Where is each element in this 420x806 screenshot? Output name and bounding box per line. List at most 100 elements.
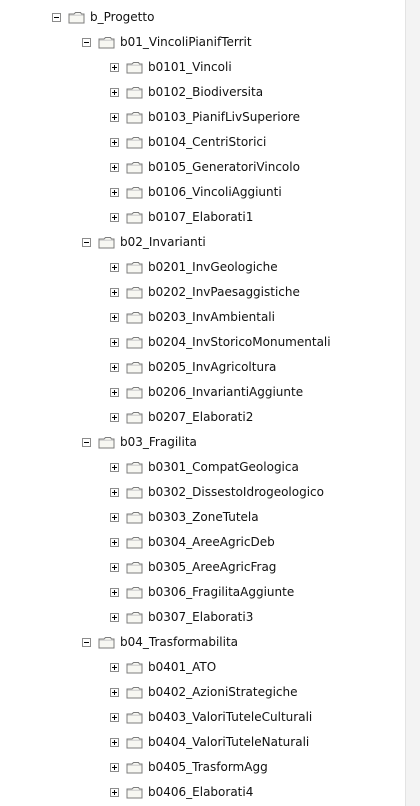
subfolder-1-4-row[interactable]: b0104_CentriStorici: [110, 130, 266, 154]
group-2-row[interactable]: b02_Invarianti: [82, 230, 206, 254]
folder-icon: [98, 36, 115, 49]
subfolder-2-1-label: b0201_InvGeologiche: [148, 260, 278, 274]
subfolder-1-3-row[interactable]: b0103_PianifLivSuperiore: [110, 105, 300, 129]
group-1-label: b01_VincoliPianifTerrit: [120, 35, 252, 49]
folder-icon: [126, 711, 143, 724]
group-2-label: b02_Invarianti: [120, 235, 206, 249]
subfolder-4-2-row[interactable]: b0402_AzioniStrategiche: [110, 680, 298, 704]
folder-icon: [126, 561, 143, 574]
plus-box-icon[interactable]: [110, 312, 119, 322]
plus-box-icon[interactable]: [110, 537, 119, 547]
plus-box-icon[interactable]: [110, 737, 119, 747]
subfolder-1-6-label: b0106_VincoliAggiunti: [148, 185, 282, 199]
subfolder-2-4-row[interactable]: b0204_InvStoricoMonumentali: [110, 330, 331, 354]
subfolder-1-2-row[interactable]: b0102_Biodiversita: [110, 80, 263, 104]
plus-box-icon[interactable]: [110, 462, 119, 472]
subfolder-4-3-row[interactable]: b0403_ValoriTuteleCulturali: [110, 705, 312, 729]
minus-box-icon[interactable]: [82, 637, 91, 647]
plus-box-icon[interactable]: [110, 87, 119, 97]
subfolder-4-4-row[interactable]: b0404_ValoriTuteleNaturali: [110, 730, 309, 754]
subfolder-1-1-row[interactable]: b0101_Vincoli: [110, 55, 232, 79]
subfolder-3-6-row[interactable]: b0306_FragilitaAggiunte: [110, 580, 294, 604]
folder-icon: [126, 386, 143, 399]
subfolder-2-7-row[interactable]: b0207_Elaborati2: [110, 405, 253, 429]
plus-box-icon[interactable]: [110, 212, 119, 222]
subfolder-2-4-label: b0204_InvStoricoMonumentali: [148, 335, 331, 349]
folder-icon: [126, 261, 143, 274]
subfolder-1-6-row[interactable]: b0106_VincoliAggiunti: [110, 180, 282, 204]
folder-icon: [126, 136, 143, 149]
subfolder-2-6-label: b0206_InvariantiAggiunte: [148, 385, 304, 399]
minus-box-icon[interactable]: [82, 37, 91, 47]
subfolder-4-6-row[interactable]: b0406_Elaborati4: [110, 780, 253, 804]
plus-box-icon[interactable]: [110, 137, 119, 147]
plus-box-icon[interactable]: [110, 687, 119, 697]
subfolder-3-5-row[interactable]: b0305_AreeAgricFrag: [110, 555, 276, 579]
subfolder-4-3-label: b0403_ValoriTuteleCulturali: [148, 710, 313, 724]
group-3-row[interactable]: b03_Fragilita: [82, 430, 197, 454]
group-3-label: b03_Fragilita: [120, 435, 197, 449]
plus-box-icon[interactable]: [110, 412, 119, 422]
subfolder-2-6-row[interactable]: b0206_InvariantiAggiunte: [110, 380, 303, 404]
folder-icon: [126, 61, 143, 74]
plus-box-icon[interactable]: [110, 162, 119, 172]
root-folder-label: b_Progetto: [90, 10, 155, 24]
subfolder-3-2-row[interactable]: b0302_DissestoIdrogeologico: [110, 480, 324, 504]
group-4-label: b04_Trasformabilita: [120, 635, 239, 649]
subfolder-2-3-row[interactable]: b0203_InvAmbientali: [110, 305, 275, 329]
group-1-row[interactable]: b01_VincoliPianifTerrit: [82, 30, 252, 54]
subfolder-2-2-row[interactable]: b0202_InvPaesaggistiche: [110, 280, 300, 304]
subfolder-3-6-label: b0306_FragilitaAggiunte: [148, 585, 295, 599]
plus-box-icon[interactable]: [110, 712, 119, 722]
root-folder-row[interactable]: b_Progetto: [52, 5, 154, 29]
subfolder-2-2-label: b0202_InvPaesaggistiche: [148, 285, 300, 299]
subfolder-3-3-row[interactable]: b0303_ZoneTutela: [110, 505, 259, 529]
folder-tree: b_Progetto b01_VincoliPianifTerrit b0101_V…: [0, 0, 406, 806]
plus-box-icon[interactable]: [110, 187, 119, 197]
group-4-row[interactable]: b04_Trasformabilita: [82, 630, 238, 654]
subfolder-2-7-label: b0207_Elaborati2: [148, 410, 254, 424]
subfolder-1-7-row[interactable]: b0107_Elaborati1: [110, 205, 253, 229]
plus-box-icon[interactable]: [110, 587, 119, 597]
minus-box-icon[interactable]: [82, 437, 91, 447]
plus-box-icon[interactable]: [110, 287, 119, 297]
subfolder-2-5-row[interactable]: b0205_InvAgricoltura: [110, 355, 276, 379]
plus-box-icon[interactable]: [110, 787, 119, 797]
minus-box-icon[interactable]: [52, 12, 61, 22]
folder-icon: [126, 211, 143, 224]
plus-box-icon[interactable]: [110, 337, 119, 347]
plus-box-icon[interactable]: [110, 62, 119, 72]
plus-box-icon[interactable]: [110, 662, 119, 672]
plus-box-icon[interactable]: [110, 112, 119, 122]
plus-box-icon[interactable]: [110, 362, 119, 372]
plus-box-icon[interactable]: [110, 487, 119, 497]
folder-icon: [126, 686, 143, 699]
folder-icon: [126, 461, 143, 474]
folder-icon: [126, 336, 143, 349]
subfolder-3-4-label: b0304_AreeAgricDeb: [148, 535, 275, 549]
subfolder-1-5-row[interactable]: b0105_GeneratoriVincolo: [110, 155, 300, 179]
subfolder-4-2-label: b0402_AzioniStrategiche: [148, 685, 298, 699]
plus-box-icon[interactable]: [110, 512, 119, 522]
subfolder-3-1-row[interactable]: b0301_CompatGeologica: [110, 455, 299, 479]
subfolder-4-5-row[interactable]: b0405_TrasformAgg: [110, 755, 268, 779]
subfolder-3-7-row[interactable]: b0307_Elaborati3: [110, 605, 253, 629]
plus-box-icon[interactable]: [110, 387, 119, 397]
subfolder-1-3-label: b0103_PianifLivSuperiore: [148, 110, 300, 124]
subfolder-3-1-label: b0301_CompatGeologica: [148, 460, 299, 474]
minus-box-icon[interactable]: [82, 237, 91, 247]
folder-icon: [126, 786, 143, 799]
subfolder-2-5-label: b0205_InvAgricoltura: [148, 360, 277, 374]
subfolder-2-3-label: b0203_InvAmbientali: [148, 310, 275, 324]
folder-icon: [126, 486, 143, 499]
plus-box-icon[interactable]: [110, 562, 119, 572]
subfolder-4-5-label: b0405_TrasformAgg: [148, 760, 268, 774]
plus-box-icon[interactable]: [110, 762, 119, 772]
folder-icon: [98, 436, 115, 449]
subfolder-2-1-row[interactable]: b0201_InvGeologiche: [110, 255, 278, 279]
plus-box-icon[interactable]: [110, 612, 119, 622]
folder-icon: [68, 11, 85, 24]
subfolder-4-1-row[interactable]: b0401_ATO: [110, 655, 216, 679]
plus-box-icon[interactable]: [110, 262, 119, 272]
subfolder-3-4-row[interactable]: b0304_AreeAgricDeb: [110, 530, 275, 554]
